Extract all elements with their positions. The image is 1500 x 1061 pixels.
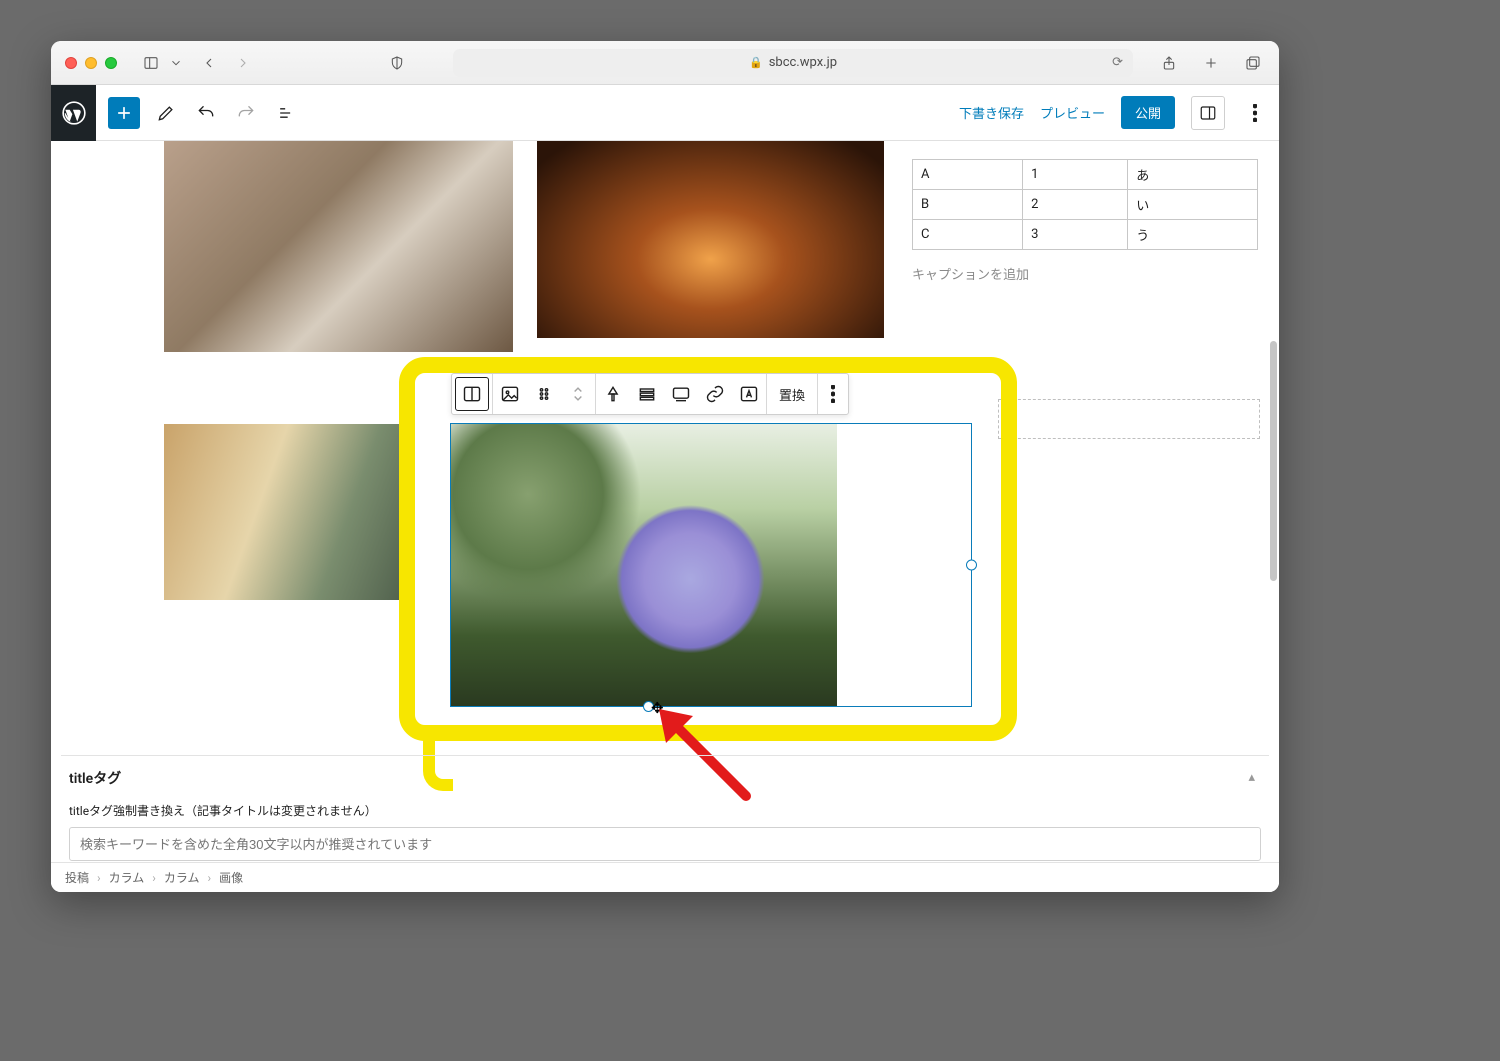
- image-block-water-ladle[interactable]: [164, 424, 411, 600]
- caption-icon[interactable]: [664, 374, 698, 414]
- breadcrumb-item[interactable]: 画像: [219, 869, 243, 886]
- image-block-street-market[interactable]: [164, 141, 513, 352]
- panel-collapse-icon[interactable]: ▴: [1248, 770, 1255, 785]
- editor-canvas[interactable]: A 1 あ B 2 い C 3 う キャプションを追加: [51, 141, 1279, 892]
- settings-panel-toggle[interactable]: [1191, 96, 1225, 130]
- url-host: sbcc.wpx.jp: [769, 55, 837, 70]
- block-more-icon[interactable]: [818, 374, 848, 414]
- redo-icon[interactable]: [232, 99, 260, 127]
- parent-column-icon[interactable]: [455, 377, 489, 411]
- table-caption-placeholder[interactable]: キャプションを追加: [912, 264, 1258, 283]
- wp-editor: 下書き保存 プレビュー 公開 A 1 あ: [51, 85, 1279, 892]
- nav-forward-button[interactable]: [231, 51, 255, 75]
- image-block-night-alley[interactable]: [537, 141, 884, 338]
- breadcrumb-item[interactable]: カラム: [164, 869, 200, 886]
- window-traffic-lights: [65, 57, 117, 69]
- move-cursor-icon: ✥: [651, 699, 664, 717]
- save-draft-link[interactable]: 下書き保存: [959, 103, 1024, 122]
- more-menu-icon[interactable]: [1241, 99, 1269, 127]
- wide-align-icon[interactable]: [630, 374, 664, 414]
- breadcrumb-separator: ›: [152, 871, 156, 885]
- image-hydrangea[interactable]: [451, 424, 837, 706]
- move-up-down-icon[interactable]: [561, 374, 595, 414]
- wp-topbar: 下書き保存 プレビュー 公開: [51, 85, 1279, 141]
- scrollbar-thumb[interactable]: [1270, 341, 1277, 581]
- breadcrumb-item[interactable]: 投稿: [65, 869, 89, 886]
- document-outline-icon[interactable]: [272, 99, 300, 127]
- replace-button[interactable]: 置換: [767, 385, 817, 404]
- breadcrumb-separator: ›: [208, 871, 212, 885]
- preview-link[interactable]: プレビュー: [1040, 103, 1105, 122]
- empty-column-dropzone[interactable]: [998, 399, 1260, 439]
- new-tab-icon[interactable]: [1199, 51, 1223, 75]
- sidebar-toggle-icon[interactable]: [139, 51, 163, 75]
- breadcrumb-separator: ›: [97, 871, 101, 885]
- chevron-down-icon[interactable]: [169, 51, 183, 75]
- title-tag-sub: titleタグ強制書き換え（記事タイトルは変更されません）: [69, 802, 1261, 819]
- share-icon[interactable]: [1157, 51, 1181, 75]
- table-row: C 3 う: [913, 220, 1258, 250]
- scrollbar: [1269, 201, 1277, 892]
- block-inserter-button[interactable]: [108, 97, 140, 129]
- edit-tool-icon[interactable]: [152, 99, 180, 127]
- title-tag-input[interactable]: [69, 827, 1261, 861]
- align-icon[interactable]: [596, 374, 630, 414]
- block-type-image-icon[interactable]: [493, 374, 527, 414]
- address-bar[interactable]: 🔒 sbcc.wpx.jp ⟳: [453, 49, 1133, 77]
- link-icon[interactable]: [698, 374, 732, 414]
- text-overlay-icon[interactable]: [732, 374, 766, 414]
- window-maximize-button[interactable]: [105, 57, 117, 69]
- selected-image-block[interactable]: [450, 423, 972, 707]
- drag-handle-icon[interactable]: [527, 374, 561, 414]
- block-toolbar: 置換: [451, 373, 849, 415]
- nav-back-button[interactable]: [197, 51, 221, 75]
- wp-logo[interactable]: [51, 85, 96, 141]
- tabs-icon[interactable]: [1241, 51, 1265, 75]
- title-tag-heading: titleタグ: [69, 768, 1261, 788]
- table-block[interactable]: A 1 あ B 2 い C 3 う キャプションを追加: [912, 159, 1258, 283]
- table-row: B 2 い: [913, 190, 1258, 220]
- reload-icon[interactable]: ⟳: [1112, 55, 1123, 70]
- publish-button[interactable]: 公開: [1121, 96, 1175, 129]
- breadcrumb-item[interactable]: カラム: [109, 869, 145, 886]
- shield-icon[interactable]: [385, 51, 409, 75]
- browser-window: 🔒 sbcc.wpx.jp ⟳: [51, 41, 1279, 892]
- undo-icon[interactable]: [192, 99, 220, 127]
- titlebar: 🔒 sbcc.wpx.jp ⟳: [51, 41, 1279, 85]
- window-close-button[interactable]: [65, 57, 77, 69]
- window-minimize-button[interactable]: [85, 57, 97, 69]
- resize-handle-right[interactable]: [966, 560, 977, 571]
- block-breadcrumb: 投稿 › カラム › カラム › 画像: [51, 862, 1279, 892]
- lock-icon: 🔒: [749, 56, 763, 69]
- table-row: A 1 あ: [913, 160, 1258, 190]
